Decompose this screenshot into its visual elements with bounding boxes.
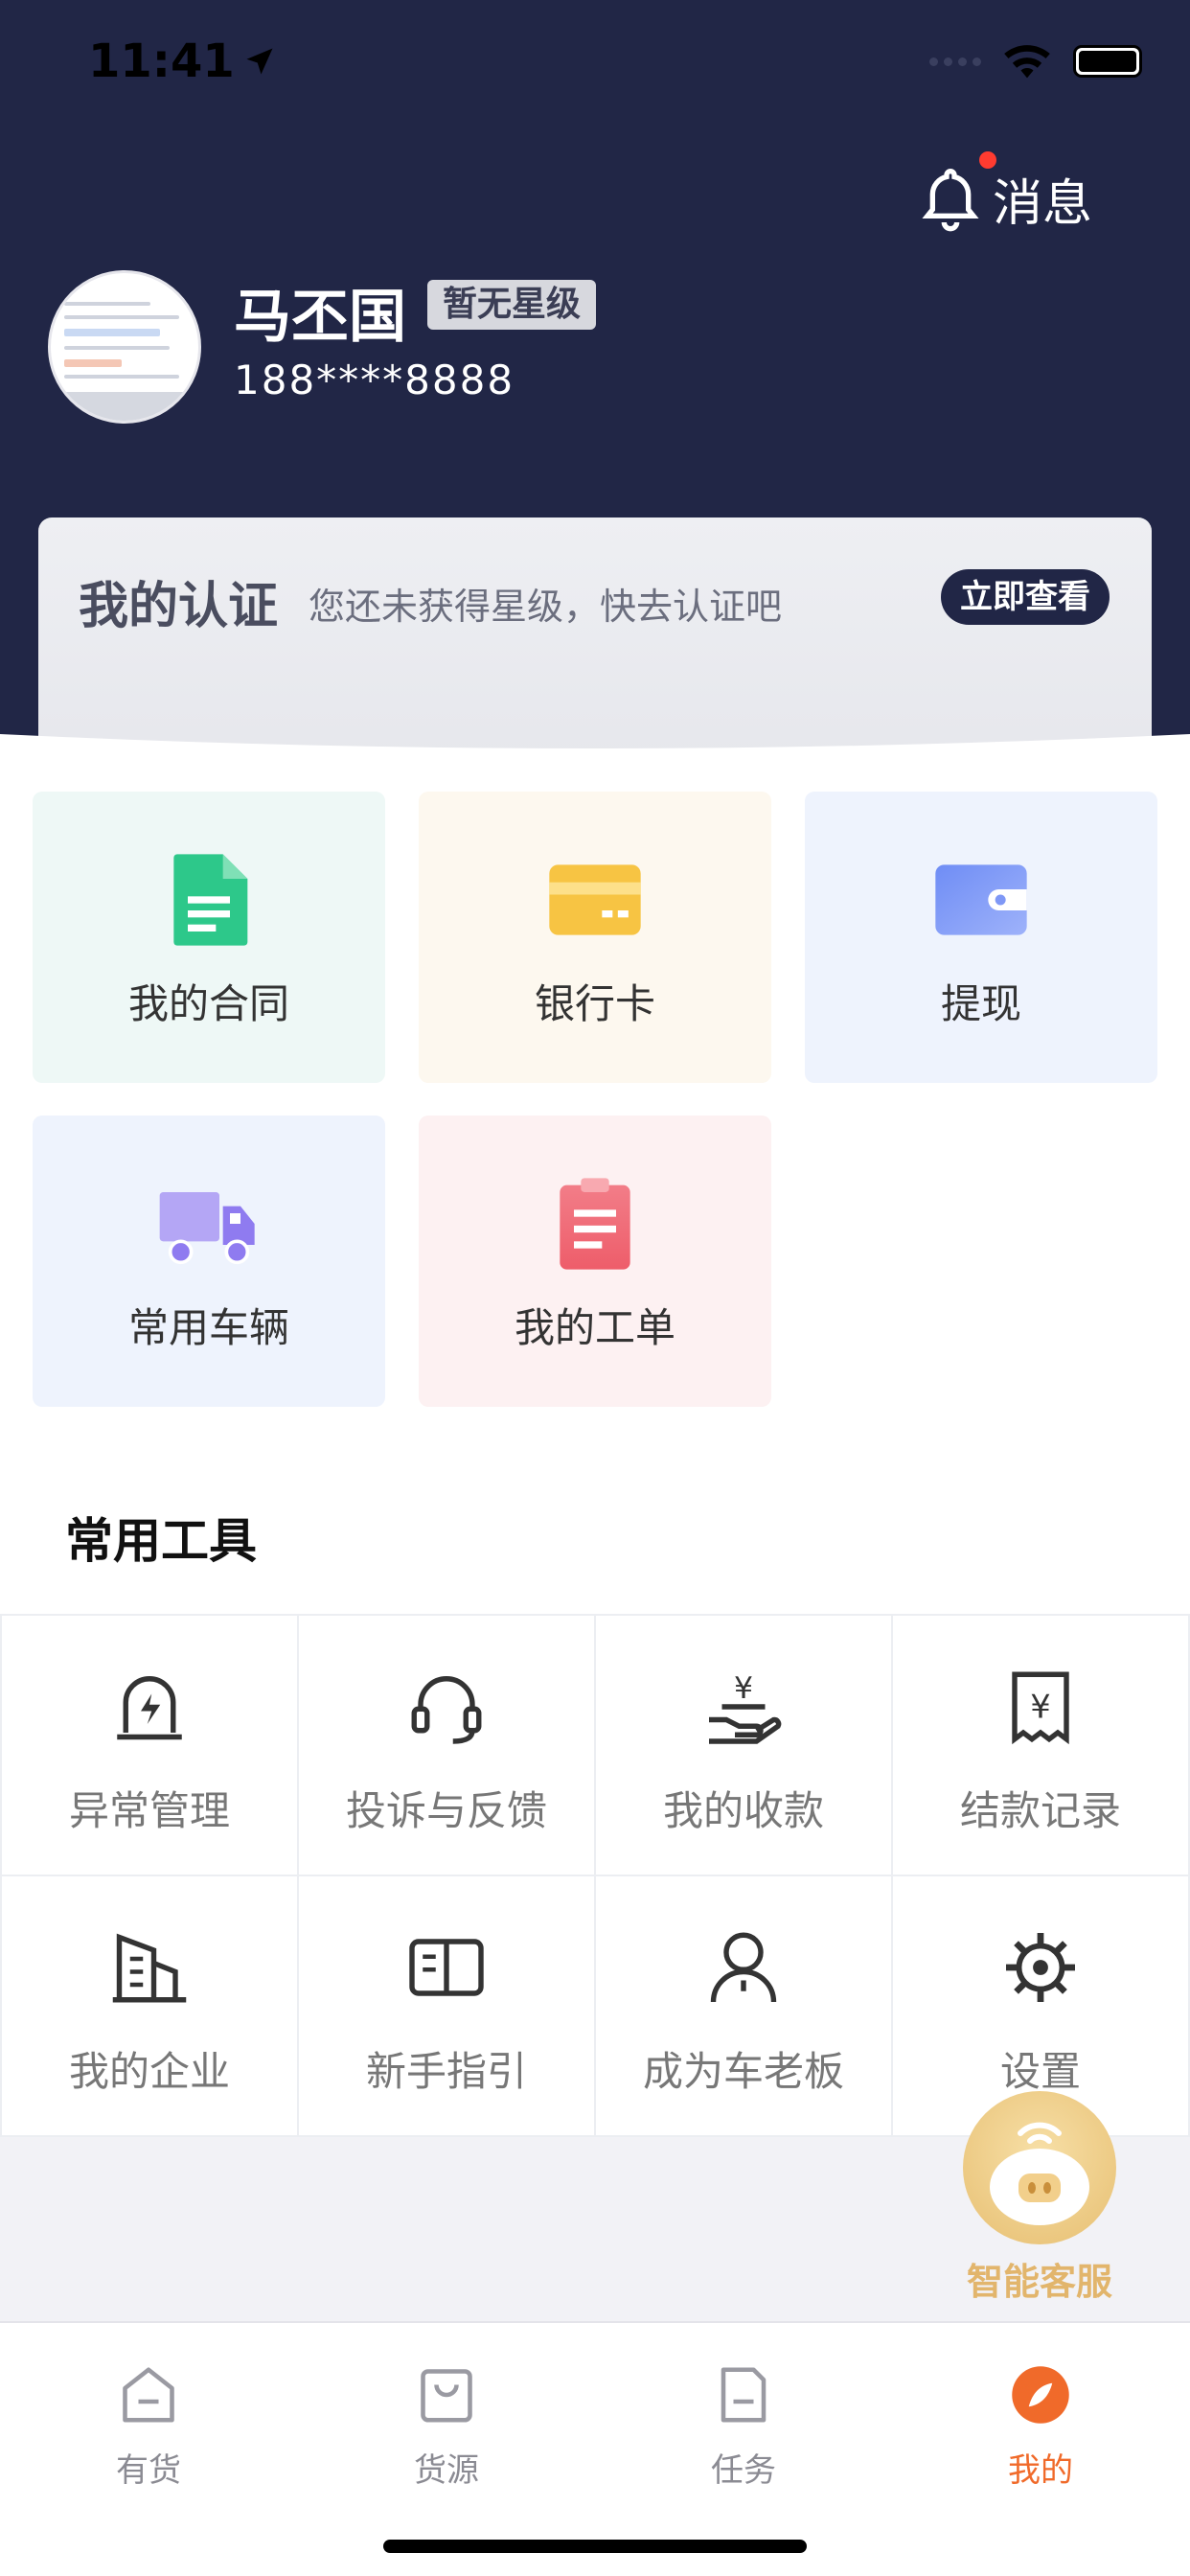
battery-icon: [1073, 45, 1142, 78]
tab-label: 任务: [711, 2451, 776, 2490]
tool-label: 异常管理: [68, 1787, 230, 1834]
tab-renwu[interactable]: 任务: [648, 2352, 839, 2505]
wifi-icon: [1004, 45, 1050, 79]
signal-icon: [929, 57, 981, 66]
status-time: 11:41: [88, 34, 235, 88]
certification-title: 我的认证: [79, 578, 279, 635]
avatar[interactable]: [48, 270, 201, 424]
smart-service-button[interactable]: 智能客服: [958, 2091, 1121, 2303]
svg-text:¥: ¥: [734, 1671, 753, 1706]
user-name: 马丕国: [234, 284, 406, 351]
card-withdraw[interactable]: 提现: [805, 792, 1157, 1083]
tool-label: 投诉与反馈: [345, 1787, 547, 1834]
svg-text:¥: ¥: [1030, 1688, 1050, 1725]
status-icons: [929, 42, 1142, 80]
message-unread-dot: [979, 151, 996, 169]
receive-money-icon: ¥: [709, 1671, 782, 1744]
payment-record-icon: ¥: [1012, 1671, 1069, 1745]
status-bar: 11:41: [0, 0, 1190, 125]
wallet-icon: [935, 864, 1027, 935]
tab-huoyuan[interactable]: 货源: [351, 2352, 542, 2505]
message-label: 消息: [993, 175, 1093, 233]
card-label: 提现: [940, 980, 1021, 1027]
tools-section-title: 常用工具: [65, 1513, 257, 1569]
profile-page: 11:41 消息 马丕国 暂无星级 188****8888 我的认证 您还未获得…: [0, 0, 1190, 2576]
bank-card-icon: [549, 864, 641, 935]
card-label: 我的工单: [514, 1304, 675, 1351]
certification-subtitle: 您还未获得星级，快去认证吧: [309, 586, 783, 628]
location-arrow-icon: [246, 48, 273, 75]
card-work-order[interactable]: 我的工单: [419, 1116, 771, 1407]
person-icon: [710, 1932, 777, 2003]
user-phone: 188****8888: [234, 356, 515, 403]
tool-payment-records[interactable]: ¥ 结款记录: [893, 1616, 1188, 1874]
compass-icon: [1012, 2366, 1069, 2424]
tool-label: 结款记录: [959, 1787, 1121, 1834]
tool-my-enterprise[interactable]: 我的企业: [2, 1876, 297, 2135]
tool-label: 新手指引: [365, 2048, 527, 2095]
tool-complaint-feedback[interactable]: 投诉与反馈: [299, 1616, 594, 1874]
tab-youhuo[interactable]: 有货: [53, 2352, 244, 2505]
building-icon: [112, 1933, 187, 2003]
star-level-badge: 暂无星级: [427, 280, 597, 330]
message-button[interactable]: 消息: [920, 151, 1093, 235]
view-now-button[interactable]: 立即查看: [941, 569, 1110, 625]
tab-label: 货源: [414, 2451, 479, 2490]
contract-icon: [173, 854, 248, 946]
bag-icon: [421, 2369, 472, 2423]
home-indicator: [383, 2540, 807, 2553]
tool-label: 我的企业: [68, 2048, 230, 2095]
card-contract[interactable]: 我的合同: [33, 792, 385, 1083]
tab-label: 有货: [116, 2451, 181, 2490]
work-order-icon: [560, 1178, 630, 1270]
card-label: 常用车辆: [127, 1304, 289, 1351]
tool-label: 成为车老板: [642, 2048, 844, 2095]
smart-service-label: 智能客服: [966, 2261, 1112, 2303]
book-icon: [409, 1939, 484, 1996]
headset-icon: [411, 1676, 482, 1744]
tool-exception-management[interactable]: 异常管理: [2, 1616, 297, 1874]
card-label: 我的合同: [127, 980, 289, 1027]
home-icon: [123, 2367, 174, 2423]
robot-icon: [963, 2091, 1116, 2244]
card-label: 银行卡: [534, 980, 655, 1027]
tool-label: 设置: [999, 2048, 1081, 2095]
alert-lamp-icon: [117, 1676, 182, 1740]
tool-beginner-guide[interactable]: 新手指引: [299, 1876, 594, 2135]
tab-bar: 有货 货源 任务 我的: [0, 2321, 1190, 2576]
tab-label: 我的: [1008, 2451, 1073, 2490]
bell-icon: [922, 168, 979, 231]
tool-become-owner[interactable]: 成为车老板: [596, 1876, 891, 2135]
task-icon: [721, 2367, 767, 2423]
truck-icon: [159, 1192, 255, 1265]
tools-grid: 异常管理 投诉与反馈 ¥ 我的收款 ¥ 结款记录 我的企业 新手指引 成为车老板: [0, 1614, 1190, 2137]
card-vehicles[interactable]: 常用车辆: [33, 1116, 385, 1407]
gear-icon: [1006, 1933, 1075, 2002]
tool-my-receipts[interactable]: ¥ 我的收款: [596, 1616, 891, 1874]
tab-wode[interactable]: 我的: [945, 2352, 1136, 2505]
tool-label: 我的收款: [662, 1787, 824, 1834]
card-bank-card[interactable]: 银行卡: [419, 792, 771, 1083]
